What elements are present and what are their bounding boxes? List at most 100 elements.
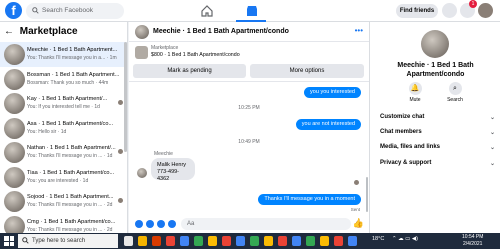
profile-avatar[interactable]: [478, 3, 493, 18]
chrome-icon[interactable]: [292, 236, 301, 246]
chrome-icon[interactable]: [180, 236, 189, 246]
outgoing-message[interactable]: Thanks I'll message you in a moment: [258, 194, 361, 205]
chrome-icon[interactable]: [334, 236, 343, 246]
avatar[interactable]: [421, 30, 449, 58]
chat-members-section[interactable]: Chat members ⌄: [380, 129, 495, 136]
chrome-icon[interactable]: [166, 236, 175, 246]
customize-chat-section[interactable]: Customize chat ⌄: [380, 114, 495, 121]
listing-label: Marketplace: [151, 45, 179, 51]
taskbar-search-placeholder: Type here to search: [32, 238, 86, 244]
conversation-item[interactable]: Tiaa · 1 Bed 1 Bath Apartment/co... You: …: [0, 165, 127, 190]
task-view-icon[interactable]: [124, 236, 133, 246]
avatar: [4, 191, 25, 212]
conversation-item[interactable]: Kay · 1 Bed 1 Bath Apartment/... You: If …: [0, 91, 127, 116]
weather-temperature[interactable]: 18°C: [372, 236, 384, 242]
windows-start-icon[interactable]: [4, 236, 14, 246]
chrome-icon[interactable]: [306, 236, 315, 246]
message-list: you you interested 10:25 PM you are not …: [129, 82, 369, 215]
privacy-support-section[interactable]: Privacy & support ⌄: [380, 160, 495, 167]
read-receipt-avatar: [118, 198, 123, 203]
search-icon: [32, 7, 39, 14]
conversation-item[interactable]: Bossman · 1 Bed 1 Bath Apartment... Bossm…: [0, 67, 127, 92]
media-files-section[interactable]: Media, files and links ⌄: [380, 144, 495, 151]
like-icon[interactable]: 👍: [353, 218, 364, 229]
more-icon[interactable]: •••: [355, 26, 363, 35]
sidebar-header: ← Marketplace: [0, 22, 127, 42]
clock-time: 10:54 PM: [462, 234, 484, 240]
chrome-icon[interactable]: [222, 236, 231, 246]
sent-status: Sent: [350, 207, 360, 212]
search-in-chat-button[interactable]: ⌕ Search: [435, 82, 475, 103]
top-bar: f Search Facebook Find friends 1: [0, 0, 500, 22]
chevron-down-icon: ⌄: [489, 130, 495, 136]
system-tray-icons[interactable]: ⌃ ☁ ▭ ◀): [392, 236, 418, 242]
find-friends-button[interactable]: Find friends: [396, 4, 438, 18]
message-line: Malik Henry: [157, 162, 187, 168]
notification-badge: 1: [469, 0, 477, 8]
sticker-icon[interactable]: [157, 220, 165, 228]
conversation-title: Kay · 1 Bed 1 Bath Apartment/...: [27, 96, 108, 102]
avatar: [4, 142, 25, 163]
search-icon: ⌕: [448, 82, 462, 95]
conversation-sidebar: ← Marketplace Meechie · 1 Bed 1 Bath Apa…: [0, 22, 128, 233]
gif-icon[interactable]: [168, 220, 176, 228]
listing-thumbnail[interactable]: [135, 46, 148, 59]
more-options-button[interactable]: More options: [250, 64, 364, 78]
conversation-title: Asa · 1 Bed 1 Bath Apartment/co...: [27, 120, 114, 127]
chat-header: Meechie · 1 Bed 1 Bath Apartment/condo •…: [129, 22, 369, 42]
clock[interactable]: 10:54 PM 2/4/2021: [462, 234, 483, 248]
sidebar-scrollbar[interactable]: [124, 42, 127, 152]
timestamp: 10:49 PM: [238, 139, 260, 145]
incoming-message[interactable]: Malik Henry 773-499-4362: [151, 158, 195, 182]
conversation-item[interactable]: Sojood · 1 Bed 1 Bath Apartment... You: T…: [0, 189, 127, 214]
avatar[interactable]: [135, 25, 149, 39]
app-icon[interactable]: [152, 236, 161, 246]
chat-panel: Meechie · 1 Bed 1 Bath Apartment/condo •…: [129, 22, 369, 233]
listing-detail[interactable]: $800 · 1 Bed 1 Bath Apartment/condo: [151, 52, 240, 58]
search-input[interactable]: Search Facebook: [26, 3, 124, 19]
search-label: Search: [447, 97, 463, 103]
conversation-title: Bossman · 1 Bed 1 Bath Apartment...: [27, 71, 120, 78]
message-input[interactable]: Aa: [181, 218, 351, 230]
read-receipt-avatar: [118, 149, 123, 154]
mute-button[interactable]: 🔔 Mute: [395, 82, 435, 103]
taskbar-search-input[interactable]: Type here to search: [18, 234, 118, 248]
clock-date: 2/4/2021: [462, 241, 483, 247]
avatar: [4, 93, 25, 114]
menu-icon[interactable]: [442, 3, 457, 18]
chrome-icon[interactable]: [264, 236, 273, 246]
chat-scrollbar[interactable]: [366, 177, 368, 212]
avatar: [4, 117, 25, 139]
conversation-item[interactable]: Asa · 1 Bed 1 Bath Apartment/co... You: H…: [0, 116, 127, 141]
message-line: 773-499-4362: [157, 169, 180, 182]
chat-title[interactable]: Meechie · 1 Bed 1 Bath Apartment/condo: [153, 28, 289, 35]
chrome-icon[interactable]: [194, 236, 203, 246]
conversation-snippet: You: you are interested · 1d: [27, 177, 89, 184]
photo-icon[interactable]: [146, 220, 154, 228]
mark-pending-button[interactable]: Mark as pending: [133, 64, 246, 78]
contact-name: Meechie · 1 Bed 1 Bath Apartment/condo: [397, 62, 474, 78]
section-label: Customize chat: [380, 114, 425, 120]
chrome-icon[interactable]: [236, 236, 245, 246]
facebook-logo[interactable]: f: [5, 2, 22, 19]
conversation-item[interactable]: Nathan · 1 Bed 1 Bath Apartment/... You: …: [0, 140, 127, 165]
conversation-title: Meechie · 1 Bed 1 Bath Apartment...: [27, 47, 118, 53]
outgoing-message[interactable]: you are not interested: [295, 119, 361, 130]
conversation-item[interactable]: Meechie · 1 Bed 1 Bath Apartment... You: …: [0, 42, 127, 67]
marketplace-icon[interactable]: [245, 4, 259, 18]
conversation-item[interactable]: Cmg · 1 Bed 1 Bath Apartment/co... You: T…: [0, 214, 127, 233]
conversation-snippet: You: Thanks I'll message you in ... · 1d: [27, 153, 113, 159]
back-arrow-icon[interactable]: ←: [4, 22, 14, 42]
avatar: [4, 44, 25, 65]
chrome-icon[interactable]: [278, 236, 287, 246]
chrome-icon[interactable]: [208, 236, 217, 246]
conversation-snippet: You: Thanks I'll message you in a... · 1…: [27, 55, 117, 61]
bell-icon: 🔔: [408, 82, 422, 95]
chrome-icon[interactable]: [250, 236, 259, 246]
file-explorer-icon[interactable]: [138, 236, 147, 246]
home-icon[interactable]: [200, 4, 214, 18]
plus-icon[interactable]: [135, 220, 143, 228]
chrome-icon[interactable]: [348, 236, 357, 246]
outgoing-message[interactable]: you you interested: [304, 87, 361, 98]
chrome-icon[interactable]: [320, 236, 329, 246]
